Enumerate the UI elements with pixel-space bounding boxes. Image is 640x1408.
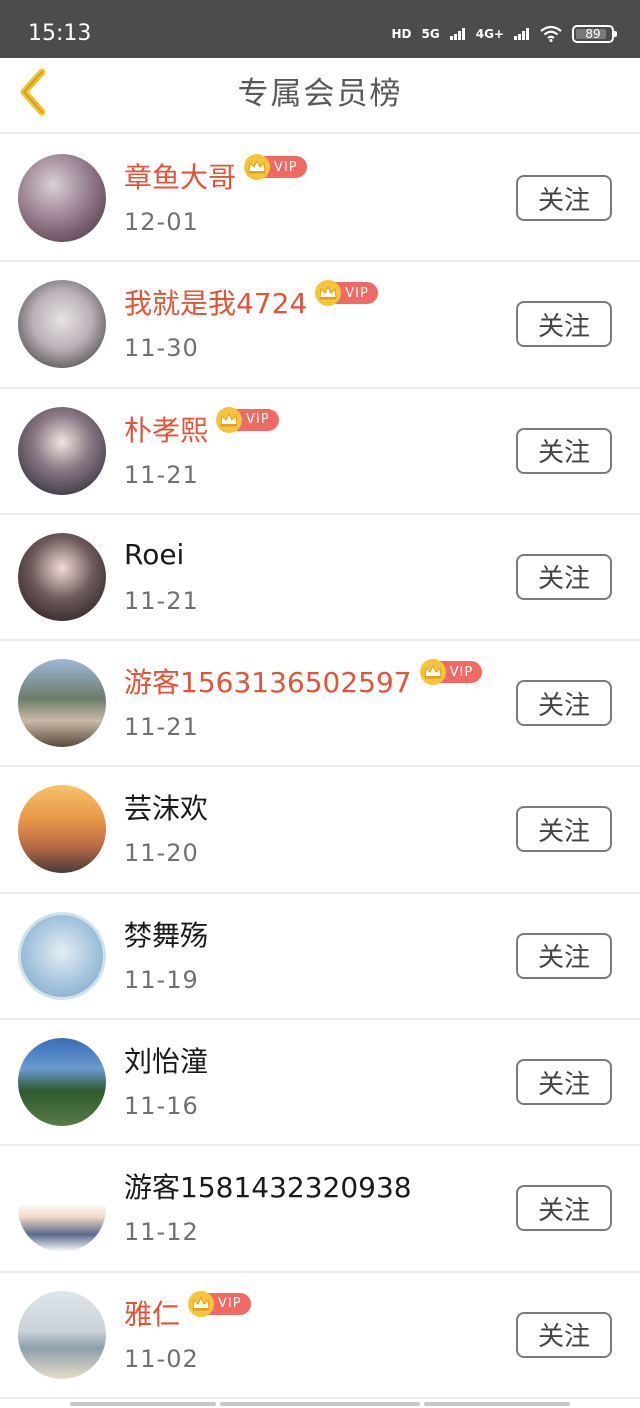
battery-icon: 89	[572, 25, 617, 43]
member-name-line: 章鱼大哥 VIP	[124, 154, 307, 196]
member-name: 刘怡潼	[124, 1045, 209, 1079]
member-name: Roei	[124, 538, 185, 572]
member-name: 游客1563136502597	[124, 666, 412, 700]
crown-icon	[216, 406, 243, 433]
crown-icon	[315, 280, 342, 307]
signal-5g-label: 5G	[421, 27, 440, 41]
member-name-line: 我就是我4724 VIP	[124, 280, 378, 322]
status-time: 15:13	[28, 21, 92, 46]
member-row[interactable]: 朴孝熙 VIP 11-21 关注	[0, 388, 640, 515]
avatar[interactable]	[18, 406, 106, 495]
crown-icon	[419, 659, 446, 686]
member-name: 游客1581432320938	[124, 1171, 412, 1205]
member-name-line: 棼舞殇	[124, 914, 208, 954]
avatar[interactable]	[18, 154, 106, 242]
status-icons: HD 5G 4G+ 89	[391, 20, 617, 48]
status-bar: 15:13 HD 5G 4G+ 89	[0, 0, 640, 58]
scroll-indicator	[424, 1402, 570, 1406]
member-date: 11-21	[124, 713, 199, 742]
vip-badge: VIP	[419, 659, 483, 686]
member-name: 章鱼大哥	[124, 161, 237, 194]
hd-indicator: HD	[391, 27, 412, 41]
crown-icon	[188, 1290, 215, 1317]
vip-label: VIP	[345, 285, 369, 301]
vip-label: VIP	[449, 664, 474, 680]
follow-button[interactable]: 关注	[516, 1059, 612, 1106]
avatar[interactable]	[18, 1038, 106, 1127]
avatar[interactable]	[18, 785, 106, 874]
member-date: 11-21	[124, 586, 199, 615]
follow-button[interactable]: 关注	[516, 553, 612, 600]
follow-button[interactable]: 关注	[516, 301, 612, 348]
page-title: 专属会员榜	[237, 76, 403, 112]
vip-badge: VIP	[244, 154, 307, 180]
follow-button[interactable]: 关注	[516, 806, 612, 853]
wifi-icon	[540, 26, 562, 42]
member-list: 章鱼大哥 VIP 12-01 关注 我就是我4724 VIP 11-30 关注 朴孝熙 VIP 11…	[0, 136, 640, 1399]
member-date: 12-01	[124, 208, 199, 236]
avatar[interactable]	[18, 280, 106, 369]
member-row[interactable]: 我就是我4724 VIP 11-30 关注	[0, 262, 640, 389]
signal-4g-label: 4G+	[475, 27, 504, 41]
avatar[interactable]	[18, 1164, 106, 1253]
vip-label: VIP	[218, 1296, 242, 1312]
nav-bar: 专属会员榜	[0, 58, 640, 134]
member-row[interactable]: 游客1581432320938 11-12 关注	[0, 1146, 640, 1273]
member-name: 棼舞殇	[124, 918, 209, 952]
follow-button[interactable]: 关注	[516, 1185, 612, 1232]
follow-button[interactable]: 关注	[516, 1311, 612, 1358]
member-name-line: 朴孝熙 VIP	[124, 406, 279, 449]
member-name-line: Roei	[124, 535, 184, 575]
member-date: 11-02	[124, 1344, 199, 1373]
member-name: 雅仁	[124, 1297, 181, 1331]
avatar[interactable]	[18, 532, 106, 621]
vip-badge: VIP	[315, 280, 378, 307]
signal-bars-icon	[514, 28, 529, 40]
vip-label: VIP	[246, 412, 270, 428]
member-date: 11-12	[124, 1218, 199, 1247]
member-row[interactable]: 棼舞殇 11-19 关注	[0, 893, 640, 1021]
battery-level: 89	[585, 27, 601, 41]
member-date: 11-21	[124, 460, 199, 489]
avatar[interactable]	[18, 1290, 106, 1379]
vip-badge: VIP	[188, 1290, 251, 1317]
follow-button[interactable]: 关注	[516, 932, 612, 979]
scroll-indicator	[220, 1402, 420, 1406]
member-name-line: 游客1581432320938	[124, 1166, 412, 1206]
member-date: 11-16	[124, 1092, 199, 1121]
avatar[interactable]	[18, 659, 106, 748]
member-name: 朴孝熙	[124, 413, 209, 447]
member-name-line: 刘怡潼	[124, 1040, 208, 1080]
member-date: 11-30	[124, 334, 199, 363]
member-row[interactable]: Roei 11-21 关注	[0, 514, 640, 642]
crown-icon	[244, 154, 271, 180]
vip-label: VIP	[274, 159, 298, 175]
member-row[interactable]: 游客1563136502597 VIP 11-21 关注	[0, 641, 640, 768]
signal-bars-icon	[449, 28, 465, 40]
scroll-indicator	[70, 1402, 216, 1406]
member-date: 11-20	[124, 839, 199, 868]
member-row[interactable]: 章鱼大哥 VIP 12-01 关注	[0, 136, 640, 263]
avatar[interactable]	[18, 911, 106, 1000]
member-date: 11-19	[124, 965, 199, 994]
member-name-line: 雅仁 VIP	[124, 1290, 251, 1333]
follow-button[interactable]: 关注	[516, 175, 612, 221]
member-row[interactable]: 芸沫欢 11-20 关注	[0, 767, 640, 894]
member-row[interactable]: 刘怡潼 11-16 关注	[0, 1020, 640, 1147]
member-name-line: 游客1563136502597 VIP	[124, 659, 483, 701]
follow-button[interactable]: 关注	[516, 427, 612, 474]
member-row[interactable]: 雅仁 VIP 11-02 关注	[0, 1272, 640, 1399]
member-name: 芸沫欢	[124, 792, 209, 826]
member-name: 我就是我4724	[124, 287, 308, 321]
vip-badge: VIP	[216, 406, 279, 433]
member-name-line: 芸沫欢	[124, 787, 208, 827]
follow-button[interactable]: 关注	[516, 680, 612, 727]
